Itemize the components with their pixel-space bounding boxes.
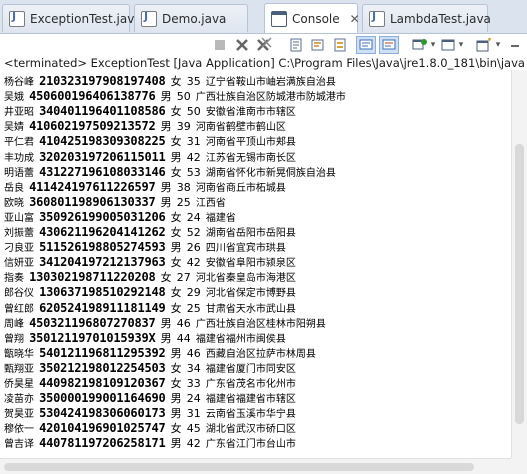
console-line: 刘振蕾 430621196204141262 女 52 湖南省岳阳市岳阳县 — [4, 221, 296, 239]
age: 42 — [186, 437, 201, 448]
console-line: 井亚昭 340401196401108586 女 50 安徽省淮南市市辖区 — [4, 100, 296, 118]
console-line: 凌苗亦 350000199001164690 男 24 福建省福建省市辖区 — [4, 387, 296, 405]
console-line: 曾红郎 620524198911181149 女 25 甘肃省天水市武山县 — [4, 297, 296, 315]
display-console-icon[interactable] — [440, 37, 456, 53]
console-line: 指奏 130302198711220208 女 27 河北省秦皇岛市海港区 — [4, 266, 296, 284]
show-console-output-icon[interactable] — [332, 37, 348, 53]
console-line: 岳良 411424197611226597 男 38 河南省商丘市柘城县 — [4, 176, 286, 194]
person-name: 曾吉译 — [4, 439, 34, 448]
tab-label: ExceptionTest.java — [30, 11, 142, 26]
console-line: 欧晓 360801198906130337 男 25 江西省 — [4, 191, 226, 209]
chevron-down-icon[interactable]: ▾ — [428, 37, 438, 53]
chevron-down-icon[interactable]: ▾ — [493, 37, 503, 53]
java-file-icon — [369, 10, 385, 27]
console-output[interactable]: 杨谷峰 210323197908197408 女 35 辽宁省鞍山市岫岩满族自治… — [0, 70, 510, 448]
console-line: 信妍亚 341204197212137963 女 42 安徽省阜阳市颍泉区 — [4, 251, 296, 269]
remove-all-terminated-icon[interactable] — [256, 37, 272, 53]
display-selected-console-icon[interactable] — [412, 37, 428, 53]
console-line: 亚山富 350926199005031206 女 24 福建省 — [4, 206, 236, 224]
console-line: 侨昊星 440982198109120367 女 33 广东省茂名市化州市 — [4, 372, 296, 390]
console-line: 吴婧 410602197509213572 男 39 河南省鹤壁市鹤山区 — [4, 115, 286, 133]
tab-console[interactable]: Console ✕ — [264, 3, 360, 33]
scrollbar-corner — [511, 458, 527, 474]
vertical-scroll-thumb[interactable] — [515, 144, 524, 424]
console-line: 贺昊亚 530424198306060173 男 31 云南省玉溪市华宁县 — [4, 402, 296, 420]
console-line: 明语蕾 431227196108033146 女 53 湖南省怀化市新晃侗族自治… — [4, 161, 336, 179]
show-error-output-icon[interactable] — [356, 36, 376, 54]
console-line: 周峰 450321196807270837 男 46 广西壮族自治区桂林市阳朔县 — [4, 312, 326, 330]
console-line: 穆依一 420104196901025747 女 45 湖北省武汉市硚口区 — [4, 417, 296, 435]
tab-label: LambdaTest.java — [390, 11, 491, 26]
console-line: 吴娥 450600196406138776 男 50 广西壮族自治区防城港市防城… — [4, 85, 346, 103]
java-file-icon — [9, 10, 25, 27]
tab-exceptiontest[interactable]: ExceptionTest.java — [2, 4, 142, 32]
address: 广东省江门市台山市 — [205, 439, 296, 448]
terminate-icon[interactable] — [212, 37, 228, 53]
horizontal-scroll-thumb[interactable] — [4, 463, 474, 471]
horizontal-scrollbar[interactable] — [0, 458, 511, 474]
close-icon[interactable]: ✕ — [350, 12, 360, 26]
tab-lambdatest[interactable]: LambdaTest.java — [362, 4, 491, 32]
console-line: 甄翔亚 350212198012254503 女 34 福建省厦门市同安区 — [4, 357, 296, 375]
console-line: 曾吉译 440781197206258171 男 42 广东省江门市台山市 — [4, 432, 296, 448]
id-number: 440781197206258171 — [39, 436, 166, 448]
pin-console-icon[interactable] — [379, 36, 399, 54]
scroll-lock-icon[interactable] — [288, 37, 304, 53]
console-status-text: <terminated> ExceptionTest [Java Applica… — [4, 56, 524, 70]
console-line: 平仁君 410425198309308225 女 31 河南省平顶山市郏县 — [4, 130, 296, 148]
word-wrap-icon[interactable] — [310, 37, 326, 53]
console-line: 刁良亚 511526198805274593 男 26 四川省宜宾市珙县 — [4, 236, 286, 254]
editor-tab-bar: ExceptionTest.java Demo.java Console ✕ L… — [0, 0, 527, 34]
minimize-icon[interactable] — [509, 37, 521, 53]
console-line: 甑晓华 540121196811295392 男 46 西藏自治区拉萨市林周县 — [4, 342, 316, 360]
tab-label: Console — [292, 11, 340, 26]
console-toolbar: ▾ ▾ ▾ — [0, 34, 527, 56]
java-file-icon — [141, 10, 157, 27]
console-icon — [271, 10, 287, 27]
remove-launch-icon[interactable] — [234, 37, 250, 53]
tab-label: Demo.java — [162, 11, 227, 26]
console-line: 曾翔 35012119701015939X 男 44 福建省福州市闽侯县 — [4, 327, 286, 345]
console-line: 杨谷峰 210323197908197408 女 35 辽宁省鞍山市岫岩满族自治… — [4, 70, 336, 88]
tab-demo[interactable]: Demo.java — [134, 4, 248, 32]
open-console-icon[interactable] — [476, 37, 492, 53]
console-line: 丰功成 320203197206115011 男 42 江苏省无锡市南长区 — [4, 146, 296, 164]
chevron-down-icon[interactable]: ▾ — [456, 37, 466, 53]
vertical-scrollbar[interactable] — [511, 70, 527, 462]
console-line: 郎谷仪 130637198510292148 女 29 河北省保定市博野县 — [4, 281, 296, 299]
gender: 男 — [170, 437, 182, 448]
